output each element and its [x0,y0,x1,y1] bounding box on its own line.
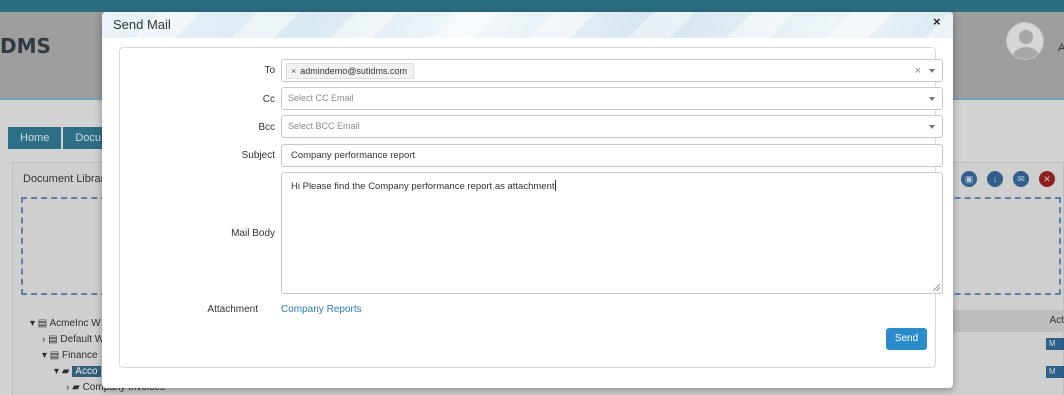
cc-placeholder: Select CC Email [288,93,354,103]
panel-title: Document Library [23,173,110,185]
subject-input[interactable]: Company performance report [281,144,943,167]
mail-body-label: Mail Body [231,228,275,239]
attachment-label: Attachment [207,304,258,315]
to-field[interactable]: × admindemo@sutidms.com × [281,59,943,82]
mail-icon[interactable]: ✉ [1013,171,1029,187]
clear-all-icon[interactable]: × [915,65,921,77]
cc-field[interactable]: Select CC Email [281,87,943,110]
bcc-label: Bcc [258,122,275,133]
download-icon[interactable]: ↓ [987,171,1003,187]
nav-item-home[interactable]: Home [8,127,62,149]
attachment-link[interactable]: Company Reports [281,304,362,315]
bcc-field[interactable]: Select BCC Email [281,115,943,138]
actions-column-header: Act [1049,315,1064,326]
dialog-header: Send Mail × [102,12,953,38]
chevron-down-icon[interactable] [929,69,935,73]
recipient-tag: × admindemo@sutidms.com [286,63,414,79]
send-button[interactable]: Send [886,328,927,350]
app-logo: DMS [0,34,51,58]
row-action-button[interactable]: M [1046,366,1064,378]
send-mail-dialog: Send Mail × To × admindemo@sutidms.com × … [102,12,953,388]
app-top-bar [0,0,1064,12]
cc-label: Cc [262,94,275,105]
mail-form: To × admindemo@sutidms.com × Cc Select CC… [119,47,943,368]
chevron-down-icon[interactable] [929,125,935,129]
user-name[interactable]: A [1058,42,1064,54]
subject-label: Subject [241,150,275,161]
chevron-down-icon[interactable] [929,97,935,101]
text-cursor [554,180,556,191]
panel-toolbar: ▣ ↓ ✉ ✕ [961,171,1055,187]
close-icon[interactable]: × [933,14,941,29]
close-icon[interactable]: ✕ [1039,171,1055,187]
dialog-title: Send Mail [113,17,171,32]
to-label: To [264,65,275,76]
main-nav: Home Docu [8,127,115,149]
mail-body-textarea[interactable]: Hi Please find the Company performance r… [281,172,943,294]
mail-body-text: Hi Please find the Company performance r… [291,181,555,192]
remove-tag-icon[interactable]: × [291,66,296,76]
folder-icon[interactable]: ▣ [961,171,977,187]
row-action-button[interactable]: M [1046,338,1064,350]
resize-handle-icon[interactable] [933,284,940,291]
bcc-placeholder: Select BCC Email [288,121,360,131]
recipient-email: admindemo@sutidms.com [300,66,407,76]
dialog-body: To × admindemo@sutidms.com × Cc Select CC… [119,47,953,368]
user-avatar[interactable] [1006,22,1044,60]
